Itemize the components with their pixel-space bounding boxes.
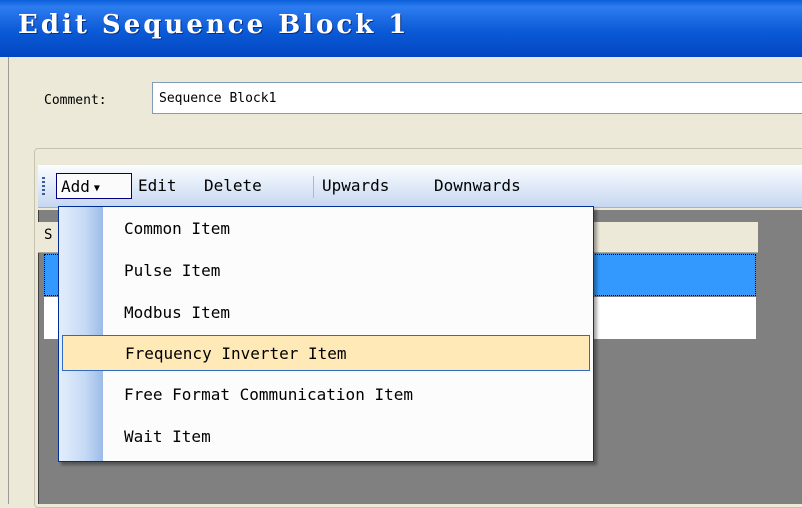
menu-item-common-item[interactable]: Common Item: [62, 211, 590, 247]
add-dropdown-menu: Common Item Pulse Item Modbus Item Frequ…: [58, 206, 594, 462]
menu-item-pulse-item[interactable]: Pulse Item: [62, 253, 590, 289]
add-dropdown-button[interactable]: Add ▼: [56, 173, 132, 199]
menu-item-wait-item[interactable]: Wait Item: [62, 419, 590, 455]
grid-column-header[interactable]: S: [44, 227, 52, 243]
downwards-button[interactable]: Downwards: [430, 173, 525, 199]
toolbar-separator: [313, 176, 314, 198]
comment-label: Comment:: [44, 93, 107, 108]
menu-item-frequency-inverter-item[interactable]: Frequency Inverter Item: [62, 335, 590, 371]
menu-item-free-format-communication-item[interactable]: Free Format Communication Item: [62, 377, 590, 413]
toolbar: Add ▼ Edit Delete Upwards Downwards: [38, 165, 802, 208]
title-bar[interactable]: Edit Sequence Block 1: [0, 0, 802, 57]
edit-button[interactable]: Edit: [134, 173, 181, 199]
add-button-label: Add: [61, 177, 90, 196]
delete-button[interactable]: Delete: [200, 173, 266, 199]
menu-item-modbus-item[interactable]: Modbus Item: [62, 295, 590, 331]
upwards-button[interactable]: Upwards: [318, 173, 393, 199]
window-left-border: [8, 57, 9, 504]
comment-input[interactable]: [152, 82, 802, 114]
chevron-down-icon: ▼: [93, 183, 100, 194]
window-title: Edit Sequence Block 1: [18, 10, 410, 40]
toolbar-grip-handle[interactable]: [42, 177, 45, 195]
